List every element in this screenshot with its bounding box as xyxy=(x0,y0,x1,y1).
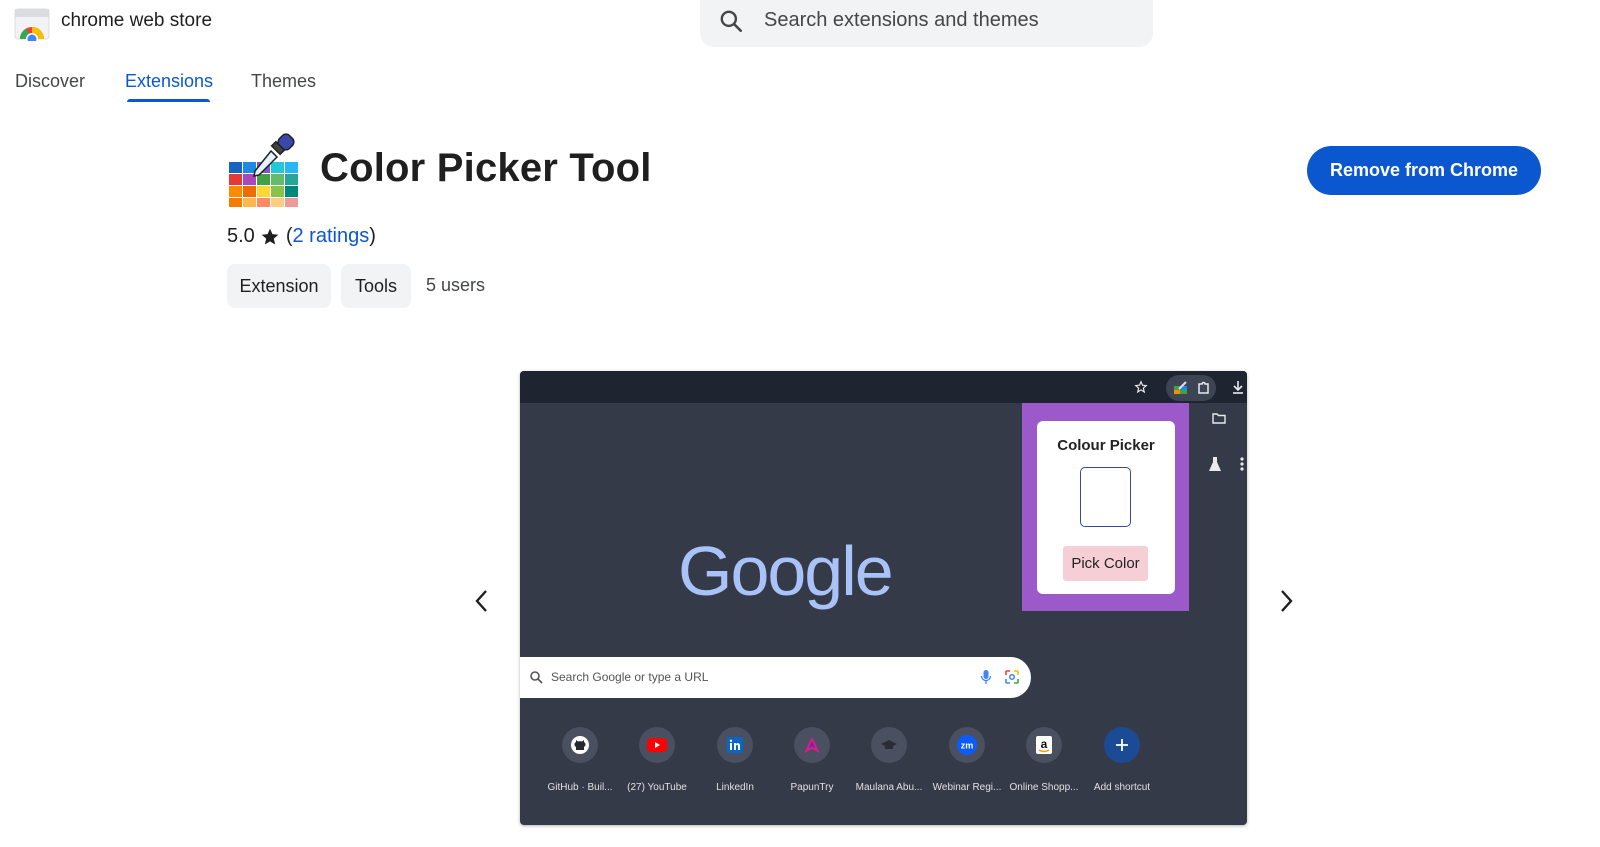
extension-screenshot: Colour Picker Pick Color Google Search G… xyxy=(520,371,1247,825)
search-bar[interactable] xyxy=(700,0,1153,47)
color-picker-extension-icon xyxy=(229,133,298,207)
plus-icon xyxy=(1104,727,1140,763)
popup-title: Colour Picker xyxy=(1057,437,1155,454)
folder-icon xyxy=(1212,413,1226,424)
chevron-right-icon[interactable] xyxy=(1274,587,1298,615)
google-lens-icon xyxy=(1005,670,1019,684)
youtube-icon xyxy=(639,727,675,763)
remove-from-chrome-button[interactable]: Remove from Chrome xyxy=(1307,146,1541,195)
google-search-bar: Search Google or type a URL xyxy=(520,657,1031,698)
chrome-web-store-logo[interactable] xyxy=(14,5,50,41)
ratings-open-paren: ( xyxy=(285,225,293,247)
color-swatch xyxy=(1080,467,1131,527)
linkedin-icon xyxy=(717,727,753,763)
rating-value: 5.0 xyxy=(227,225,255,247)
shortcut-label: GitHub · Buil... xyxy=(547,782,613,793)
rating-row: 5.0 (2 ratings) xyxy=(227,225,376,248)
svg-text:zm: zm xyxy=(961,741,974,751)
google-search-placeholder: Search Google or type a URL xyxy=(551,670,709,684)
ratings-link[interactable]: 2 ratings xyxy=(292,225,369,248)
category-chip-extension[interactable]: Extension xyxy=(227,264,331,308)
zoom-icon: zm xyxy=(949,727,985,763)
svg-text:a: a xyxy=(1041,737,1048,751)
star-icon xyxy=(261,228,279,244)
google-logo: Google xyxy=(678,532,894,610)
puzzle-icon xyxy=(1198,381,1209,394)
store-name[interactable]: chrome web store xyxy=(61,10,212,32)
extension-popup: Colour Picker Pick Color xyxy=(1037,421,1175,594)
tab-extensions[interactable]: Extensions xyxy=(125,71,213,92)
search-icon[interactable] xyxy=(718,8,744,34)
users-count: 5 users xyxy=(426,275,486,295)
screenshot-extension-buttons xyxy=(1166,375,1216,401)
download-icon xyxy=(1233,381,1243,394)
category-chip-tools[interactable]: Tools xyxy=(341,264,411,308)
github-icon xyxy=(562,727,598,763)
papuntry-icon xyxy=(794,727,830,763)
graduation-icon xyxy=(871,727,907,763)
shortcut-label: Online Shopp... xyxy=(1009,782,1079,793)
shortcut-label: PapunTry xyxy=(790,782,834,793)
tab-discover[interactable]: Discover xyxy=(15,71,85,92)
more-vert-icon xyxy=(1240,457,1244,471)
shortcut-label: Webinar Regi... xyxy=(932,782,1002,793)
microphone-icon xyxy=(980,670,992,684)
chevron-left-icon[interactable] xyxy=(470,587,494,615)
active-tab-indicator xyxy=(127,99,210,102)
search-input[interactable] xyxy=(764,4,1134,36)
color-picker-small-icon xyxy=(1174,381,1187,394)
bookmark-star-icon xyxy=(1134,380,1148,394)
shortcut-label: (27) YouTube xyxy=(627,782,687,793)
shortcut-label: LinkedIn xyxy=(716,782,754,793)
shortcut-label: Add shortcut xyxy=(1093,782,1151,793)
amazon-icon: a xyxy=(1026,727,1062,763)
ratings-close-paren: ) xyxy=(369,225,376,247)
search-icon xyxy=(530,671,543,684)
tab-themes[interactable]: Themes xyxy=(251,71,316,92)
shortcut-label: Maulana Abu... xyxy=(855,782,923,793)
flask-icon xyxy=(1209,457,1221,471)
extension-title: Color Picker Tool xyxy=(320,146,652,190)
pick-color-button: Pick Color xyxy=(1063,546,1148,581)
